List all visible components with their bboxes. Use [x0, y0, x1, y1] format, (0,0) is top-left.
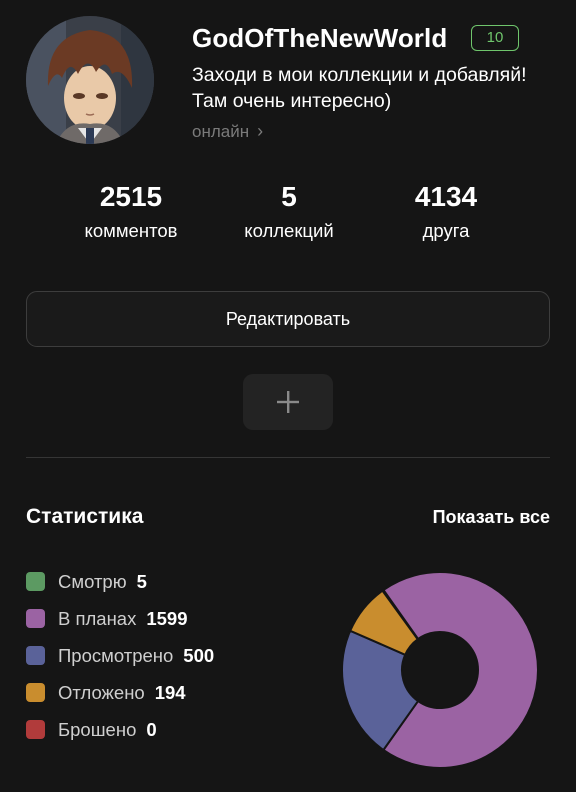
legend-swatch [26, 609, 45, 628]
plus-icon [277, 391, 299, 413]
legend-label: Отложено [58, 681, 145, 703]
status-text: онлайн [192, 121, 250, 141]
chevron-right-icon: › [257, 121, 264, 141]
stat-label: комментов [84, 220, 178, 241]
online-status[interactable]: онлайн › [192, 121, 263, 142]
legend-value: 1599 [146, 607, 188, 629]
divider [26, 457, 550, 458]
stat-value: 4134 [414, 181, 478, 212]
stat-comments[interactable]: 2515 комментов [68, 180, 194, 242]
legend-item-watching: Смотрю 5 [26, 563, 214, 600]
legend-label: Брошено [58, 718, 137, 740]
statistics-legend: Смотрю 5 В планах 1599 Просмотрено 500 Отложен… [26, 563, 214, 748]
legend-swatch [26, 646, 45, 665]
statistics-title: Статистика [26, 505, 144, 528]
legend-item-completed: Просмотрено 500 [26, 637, 214, 674]
legend-item-dropped: Брошено 0 [26, 711, 214, 748]
avatar-image [26, 16, 154, 144]
profile-bio: Заходи в мои коллекции и добавляй! Там о… [192, 64, 527, 112]
legend-item-on-hold: Отложено 194 [26, 674, 214, 711]
stat-value: 2515 [99, 181, 163, 212]
legend-label: Просмотрено [58, 644, 174, 666]
username: GodOfTheNewWorld [192, 23, 448, 53]
avatar[interactable] [26, 16, 154, 144]
donut-slice-planned [382, 572, 538, 768]
statistics-donut-chart [342, 572, 538, 768]
stat-label: друга [422, 220, 470, 241]
legend-value: 5 [136, 570, 147, 592]
legend-value: 500 [183, 644, 215, 666]
legend-label: Смотрю [58, 570, 127, 592]
legend-label: В планах [58, 607, 137, 629]
legend-item-planned: В планах 1599 [26, 600, 214, 637]
stat-friends[interactable]: 4134 друга [383, 180, 509, 242]
stat-label: коллекций [244, 220, 334, 241]
legend-value: 194 [154, 681, 186, 703]
legend-value: 0 [146, 718, 157, 740]
legend-swatch [26, 720, 45, 739]
legend-swatch [26, 572, 45, 591]
stat-value: 5 [281, 181, 297, 212]
add-button[interactable] [243, 374, 333, 430]
level-badge: 10 [471, 25, 519, 51]
legend-swatch [26, 683, 45, 702]
edit-profile-button[interactable]: Редактировать [26, 291, 550, 347]
show-all-link[interactable]: Показать все [433, 507, 550, 528]
stat-collections[interactable]: 5 коллекций [226, 180, 352, 242]
